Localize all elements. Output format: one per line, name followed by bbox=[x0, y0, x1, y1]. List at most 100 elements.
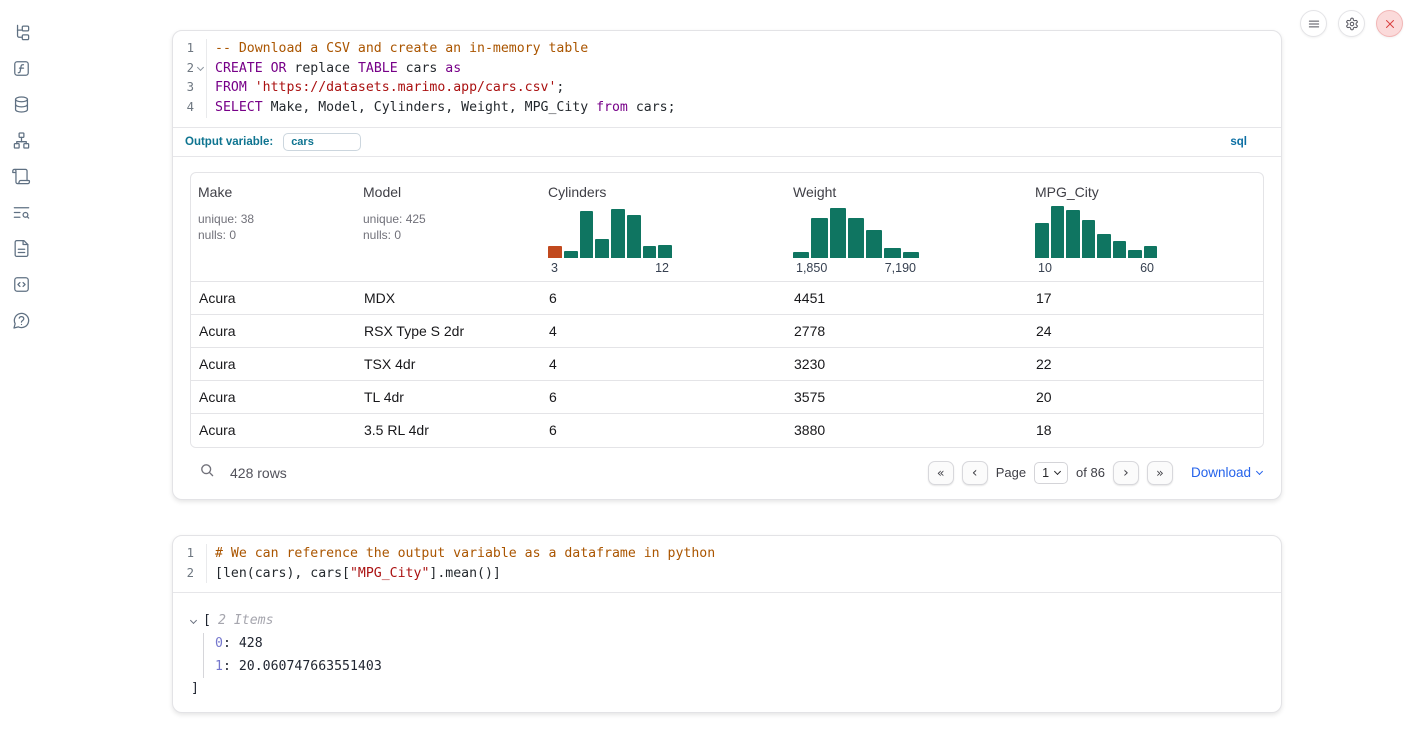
code-token bbox=[247, 80, 255, 95]
prev-page-button[interactable] bbox=[962, 461, 988, 485]
output-variable-label: Output variable: bbox=[185, 136, 273, 148]
table-cell: 6 bbox=[541, 290, 786, 306]
column-stat: nulls: 0 bbox=[198, 227, 349, 243]
histogram-bar bbox=[643, 246, 657, 258]
data-table: Make unique: 38nulls: 0Modelunique: 425nu… bbox=[190, 172, 1264, 448]
column-header-cylinders[interactable]: Cylinders312 bbox=[541, 173, 786, 281]
code-token: from bbox=[596, 100, 628, 115]
download-button[interactable]: Download bbox=[1191, 465, 1262, 480]
fold-gutter bbox=[194, 564, 207, 584]
code-editor[interactable]: 1-- Download a CSV and create an in-memo… bbox=[173, 31, 1281, 127]
language-badge: sql bbox=[1230, 136, 1247, 148]
sidebar-item-file-explorer[interactable] bbox=[10, 22, 32, 42]
tree-entry-value: 20.060747663551403 bbox=[239, 659, 382, 674]
sidebar-item-help[interactable] bbox=[10, 310, 32, 330]
table-cell: Acura bbox=[191, 389, 356, 405]
code-text: [len(cars), cars["MPG_City"].mean()] bbox=[207, 564, 501, 584]
column-name: Weight bbox=[793, 184, 1021, 200]
tree-root[interactable]: [ 2 Items bbox=[191, 611, 1281, 631]
settings-button[interactable] bbox=[1338, 10, 1365, 37]
search-button[interactable] bbox=[199, 462, 215, 483]
table-cell: TL 4dr bbox=[356, 389, 541, 405]
line-number: 2 bbox=[173, 564, 194, 584]
hamburger-icon bbox=[1307, 17, 1321, 31]
fold-chevron-icon[interactable] bbox=[196, 64, 203, 71]
last-page-button[interactable] bbox=[1147, 461, 1173, 485]
code-text: SELECT Make, Model, Cylinders, Weight, M… bbox=[207, 98, 676, 118]
histogram-bar bbox=[1035, 223, 1049, 258]
table-cell: MDX bbox=[356, 290, 541, 306]
tree-entry-key: 0 bbox=[215, 636, 223, 651]
code-editor[interactable]: 1 # We can reference the output variable … bbox=[173, 536, 1281, 592]
table-cell: Acura bbox=[191, 422, 356, 438]
page-total-label: of 86 bbox=[1076, 465, 1105, 480]
line-number: 2 bbox=[173, 59, 194, 79]
output-tree: [ 2 Items 0: 4281: 20.060747663551403 ] bbox=[173, 593, 1281, 712]
code-token: replace bbox=[286, 61, 357, 76]
chevron-down-icon bbox=[190, 617, 197, 624]
database-icon bbox=[12, 95, 31, 114]
histogram-bars bbox=[548, 205, 672, 258]
code-text: FROM 'https://datasets.marimo.app/cars.c… bbox=[207, 78, 564, 98]
sidebar-item-variables[interactable] bbox=[10, 58, 32, 78]
column-header-mpg_city[interactable]: MPG_City1060 bbox=[1028, 173, 1264, 281]
histogram-bar bbox=[1113, 241, 1127, 258]
code-token: cars; bbox=[628, 100, 676, 115]
column-stats: unique: 38nulls: 0 bbox=[198, 211, 349, 243]
table-row[interactable]: AcuraTSX 4dr4323022 bbox=[191, 348, 1263, 381]
tree-entry: 1: 20.060747663551403 bbox=[215, 656, 1281, 679]
histogram-bar bbox=[903, 252, 919, 258]
sidebar-item-datasources[interactable] bbox=[10, 94, 32, 114]
table-cell: 4 bbox=[541, 356, 786, 372]
column-name: Make bbox=[198, 184, 349, 200]
sidebar-item-scratchpad[interactable] bbox=[10, 166, 32, 186]
histogram-bar bbox=[564, 251, 578, 258]
axis-max-label: 7,190 bbox=[885, 261, 916, 275]
column-header-weight[interactable]: Weight1,8507,190 bbox=[786, 173, 1028, 281]
list-search-icon bbox=[12, 203, 31, 222]
column-stat: unique: 425 bbox=[363, 211, 534, 227]
page-select[interactable]: 1 bbox=[1034, 462, 1068, 484]
tree-entry-sep: : bbox=[223, 659, 239, 674]
first-page-button[interactable] bbox=[928, 461, 954, 485]
histogram-bar bbox=[548, 246, 562, 258]
code-token bbox=[263, 61, 271, 76]
column-header-make[interactable]: Make unique: 38nulls: 0 bbox=[191, 173, 356, 281]
column-header-model[interactable]: Modelunique: 425nulls: 0 bbox=[356, 173, 541, 281]
code-token: cars bbox=[398, 61, 446, 76]
table-cell: 18 bbox=[1028, 422, 1264, 438]
function-icon bbox=[12, 59, 31, 78]
line-number: 1 bbox=[173, 544, 194, 564]
column-name: Cylinders bbox=[548, 184, 779, 200]
table-row[interactable]: AcuraTL 4dr6357520 bbox=[191, 381, 1263, 414]
table-cell: Acura bbox=[191, 356, 356, 372]
histogram-bar bbox=[793, 252, 809, 258]
next-page-icon bbox=[1123, 465, 1129, 481]
histogram-bars bbox=[793, 205, 919, 258]
column-stats: unique: 425nulls: 0 bbox=[363, 211, 534, 243]
table-cell: 4 bbox=[541, 323, 786, 339]
sidebar-item-dependencies[interactable] bbox=[10, 130, 32, 150]
scroll-icon bbox=[12, 167, 31, 186]
shutdown-button[interactable] bbox=[1376, 10, 1403, 37]
fold-gutter bbox=[194, 98, 207, 118]
code-token: "MPG_City" bbox=[350, 566, 429, 581]
table-row[interactable]: Acura3.5 RL 4dr6388018 bbox=[191, 414, 1263, 447]
sidebar-item-logs[interactable] bbox=[10, 202, 32, 222]
next-page-button[interactable] bbox=[1113, 461, 1139, 485]
items-count-label: 2 Items bbox=[218, 611, 274, 631]
sidebar-item-documentation[interactable] bbox=[10, 238, 32, 258]
table-row[interactable]: AcuraRSX Type S 2dr4277824 bbox=[191, 315, 1263, 348]
table-cell: TSX 4dr bbox=[356, 356, 541, 372]
table-cell: 6 bbox=[541, 389, 786, 405]
fold-gutter bbox=[194, 544, 207, 564]
output-variable-input[interactable]: cars bbox=[283, 133, 361, 151]
sidebar-item-snippets[interactable] bbox=[10, 274, 32, 294]
table-cell: 3880 bbox=[786, 422, 1028, 438]
table-row[interactable]: AcuraMDX6445117 bbox=[191, 282, 1263, 315]
tree-children: 0: 4281: 20.060747663551403 bbox=[203, 633, 1281, 678]
code-text: # We can reference the output variable a… bbox=[207, 544, 715, 564]
menu-button[interactable] bbox=[1300, 10, 1327, 37]
tree-entry-sep: : bbox=[223, 636, 239, 651]
chevron-down-icon bbox=[1256, 468, 1263, 475]
